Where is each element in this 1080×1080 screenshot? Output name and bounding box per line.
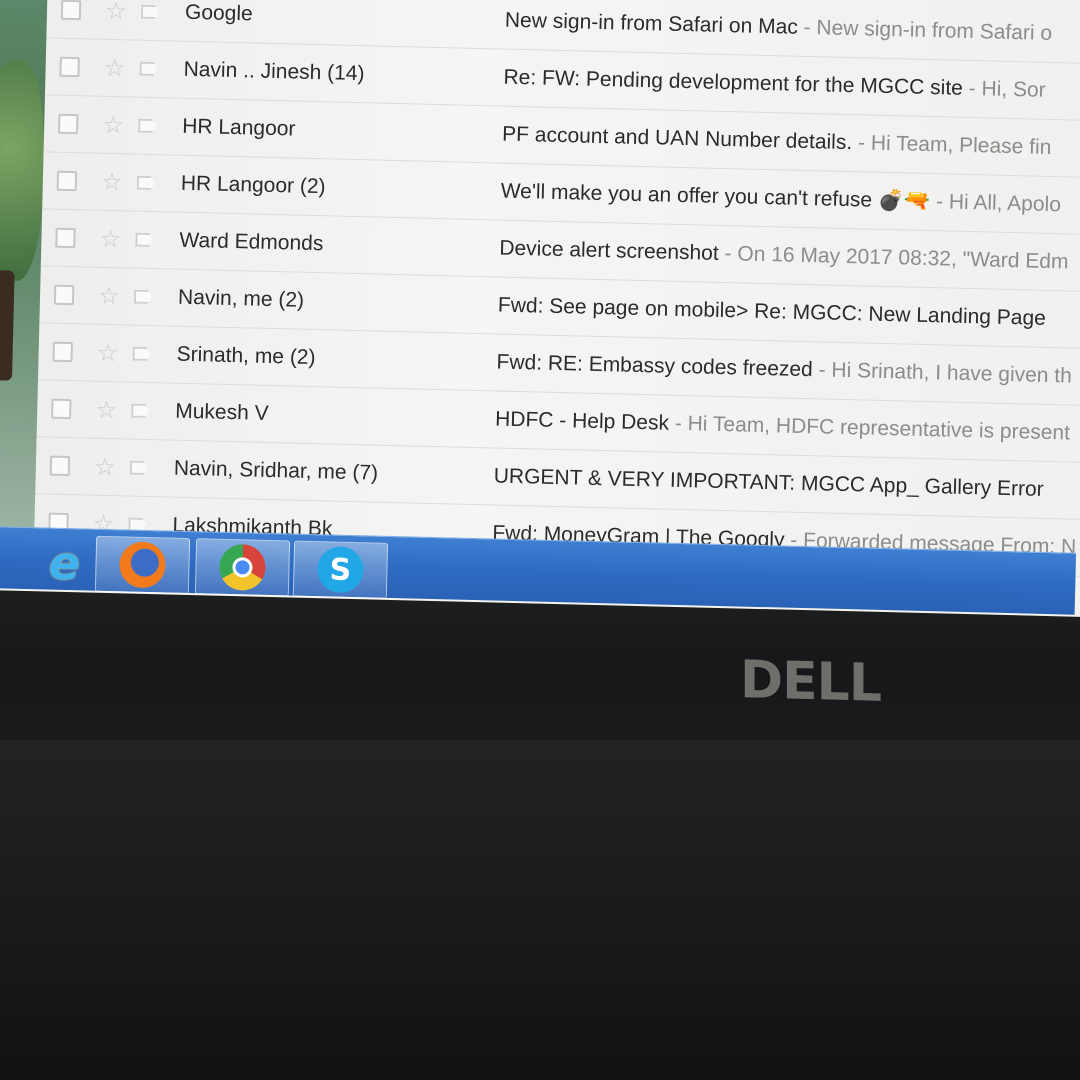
email-subject: HDFC - Help Desk — [494, 407, 670, 435]
bezel-reflection — [0, 740, 1080, 1080]
select-checkbox[interactable] — [53, 284, 75, 306]
email-subject-line: PF account and UAN Number details. - Hi … — [501, 122, 1052, 159]
email-subject: Device alert screenshot — [499, 236, 720, 265]
star-icon[interactable]: ☆ — [99, 53, 130, 83]
email-subject: URGENT & VERY IMPORTANT: MGCC App_ Galle… — [493, 464, 1044, 501]
email-snippet: Hi, Sor — [981, 77, 1046, 102]
firefox-icon — [118, 541, 167, 589]
photo-scene: DELL ☆ Google New sign-in from Safari on M… — [0, 0, 1080, 1080]
email-snippet: Hi All, Apolo — [948, 190, 1062, 217]
importance-marker-icon[interactable] — [132, 347, 150, 361]
email-sender: Ward Edmonds — [179, 228, 324, 256]
email-sender: Navin, me (2) — [177, 285, 305, 312]
email-subject-line: URGENT & VERY IMPORTANT: MGCC App_ Galle… — [493, 464, 1044, 501]
importance-marker-icon[interactable] — [131, 404, 149, 418]
email-subject-line: HDFC - Help Desk - Hi Team, HDFC represe… — [494, 407, 1071, 445]
laptop-screen: ☆ Google New sign-in from Safari on Mac - … — [0, 0, 1080, 617]
select-checkbox[interactable] — [56, 170, 78, 192]
wallpaper-tree-foliage — [0, 59, 46, 282]
email-subject-line: Fwd: RE: Embassy codes freezed - Hi Srin… — [496, 350, 1073, 388]
taskbar-button-chrome[interactable] — [194, 538, 291, 597]
email-subject-line: Re: FW: Pending development for the MGCC… — [503, 65, 1046, 102]
email-sender: Navin, Sridhar, me (7) — [173, 456, 379, 485]
importance-marker-icon[interactable] — [134, 290, 152, 304]
chrome-icon — [218, 543, 267, 591]
star-icon[interactable]: ☆ — [94, 281, 125, 311]
star-icon[interactable]: ☆ — [95, 224, 126, 254]
email-snippet: Hi Srinath, I have given th — [831, 358, 1073, 388]
email-subject: Fwd: See page on mobile> Re: MGCC: New L… — [497, 293, 1047, 330]
select-checkbox[interactable] — [59, 56, 80, 78]
email-snippet: New sign-in from Safari o — [816, 16, 1053, 45]
star-icon[interactable]: ☆ — [90, 452, 121, 482]
email-subject-line: Device alert screenshot - On 16 May 2017… — [499, 236, 1069, 274]
email-subject-line: Fwd: See page on mobile> Re: MGCC: New L… — [498, 294, 1046, 331]
wallpaper-tree-trunk — [0, 270, 15, 381]
importance-marker-icon[interactable] — [135, 233, 153, 247]
email-snippet: Hi Team, HDFC representative is present — [687, 412, 1071, 445]
dell-logo: DELL — [740, 650, 881, 714]
email-subject: New sign-in from Safari on Mac — [504, 8, 799, 39]
taskbar-button-skype[interactable]: S — [292, 540, 389, 599]
email-sender: Srinath, me (2) — [176, 342, 316, 370]
select-checkbox[interactable] — [58, 113, 79, 135]
email-sender: Mukesh V — [174, 399, 269, 425]
ie-icon: e — [48, 535, 81, 591]
select-checkbox[interactable] — [60, 0, 82, 21]
skype-icon: S — [316, 546, 365, 594]
importance-marker-icon[interactable] — [137, 176, 155, 190]
email-sender: Navin .. Jinesh (14) — [183, 57, 365, 86]
importance-marker-icon[interactable] — [141, 5, 159, 19]
star-icon[interactable]: ☆ — [97, 167, 128, 197]
star-icon[interactable]: ☆ — [98, 110, 129, 140]
email-snippet: On 16 May 2017 08:32, "Ward Edm — [737, 242, 1069, 274]
email-subject: We'll make you an offer you can't refuse… — [500, 179, 931, 214]
select-checkbox[interactable] — [55, 227, 76, 249]
email-subject: Fwd: RE: Embassy codes freezed — [496, 350, 814, 382]
importance-marker-icon[interactable] — [130, 461, 148, 475]
email-sender: HR Langoor — [181, 114, 296, 141]
email-subject: Re: FW: Pending development for the MGCC… — [503, 65, 964, 100]
star-icon[interactable]: ☆ — [101, 0, 132, 26]
email-subject-line: New sign-in from Safari on Mac - New sig… — [504, 8, 1053, 45]
star-icon[interactable]: ☆ — [92, 338, 123, 368]
select-checkbox[interactable] — [52, 341, 73, 363]
importance-marker-icon[interactable] — [138, 119, 156, 133]
email-sender: Google — [184, 0, 254, 26]
star-icon[interactable]: ☆ — [91, 395, 122, 425]
email-subject: PF account and UAN Number details. — [501, 122, 853, 155]
email-subject-line: We'll make you an offer you can't refuse… — [500, 179, 1062, 217]
email-snippet: Hi Team, Please fin — [870, 131, 1052, 159]
select-checkbox[interactable] — [49, 455, 71, 477]
importance-marker-icon[interactable] — [139, 62, 157, 76]
email-sender: HR Langoor (2) — [180, 171, 326, 199]
email-list: ☆ Google New sign-in from Safari on Mac - … — [33, 0, 1080, 578]
taskbar-button-firefox[interactable] — [94, 535, 191, 595]
select-checkbox[interactable] — [51, 398, 72, 420]
